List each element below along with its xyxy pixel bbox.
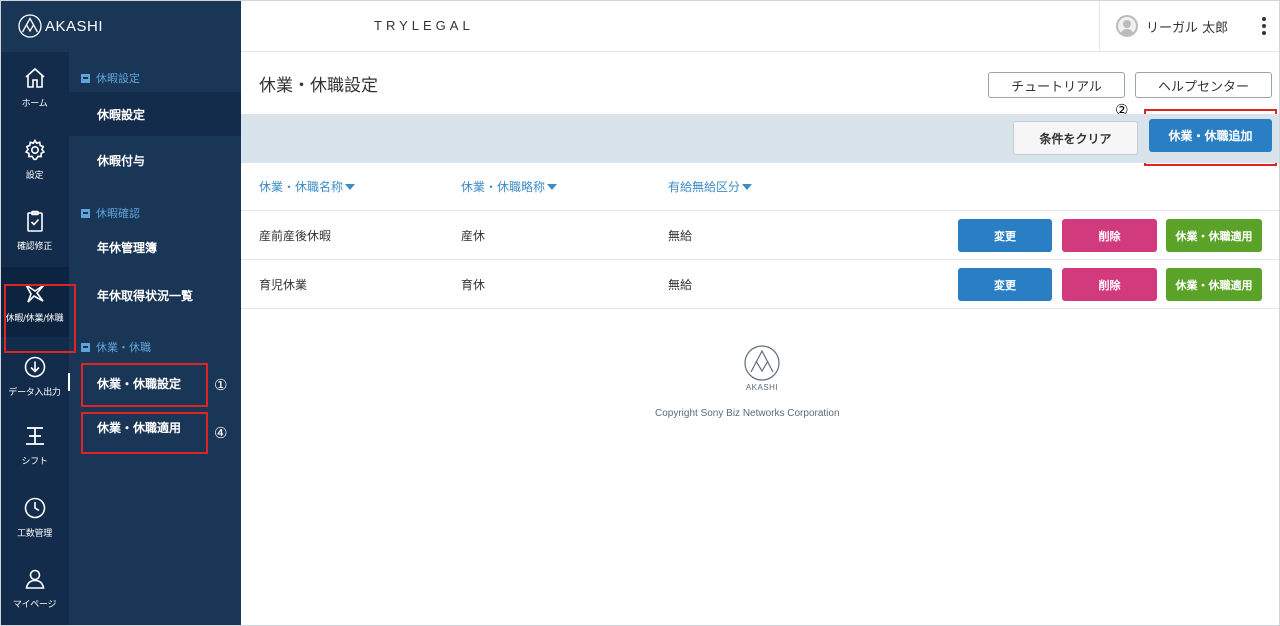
cell-name: 産前産後休暇 xyxy=(259,229,332,243)
shift-icon xyxy=(25,426,44,445)
clear-filters-button[interactable]: 条件をクリア xyxy=(1013,121,1138,155)
kebab-menu-icon[interactable] xyxy=(1262,17,1266,35)
akashi-footer-logo-icon xyxy=(744,345,780,381)
avatar-icon xyxy=(1116,15,1138,37)
rail-label: マイページ xyxy=(12,599,57,610)
annotation-one: ① xyxy=(214,376,228,394)
divider xyxy=(241,259,1280,260)
top-header: TRYLEGAL リーガル 太郎 xyxy=(241,0,1280,52)
home-icon xyxy=(24,67,45,88)
column-header-paid-type[interactable]: 有給無給区分 xyxy=(668,178,753,195)
delete-button[interactable]: 削除 xyxy=(1062,268,1157,301)
akashi-logo-icon xyxy=(18,14,42,38)
rail-item-settings[interactable]: 設定 xyxy=(0,124,69,194)
subnav-item-vacation-settings[interactable]: 休暇設定 xyxy=(69,92,241,136)
rail-item-mypage[interactable]: マイページ xyxy=(0,553,69,623)
rail-item-shift[interactable]: シフト xyxy=(0,410,69,480)
scroll-indicator xyxy=(68,373,70,391)
copyright-text: Copyright Sony Biz Networks Corporation xyxy=(655,408,840,419)
help-center-button[interactable]: ヘルプセンター xyxy=(1135,72,1272,98)
rail-label: データ入出力 xyxy=(8,387,61,398)
rail-label: シフト xyxy=(21,456,48,467)
rail-item-data-io[interactable]: データ入出力 xyxy=(0,341,69,411)
person-icon xyxy=(25,569,44,589)
section-header-vacation-settings: 休暇設定 xyxy=(81,70,140,86)
column-header-short-name[interactable]: 休業・休職略称 xyxy=(461,178,558,195)
user-menu[interactable]: リーガル 太郎 xyxy=(1099,0,1280,52)
apply-leave-button[interactable]: 休業・休職適用 xyxy=(1166,268,1262,301)
section-marker-icon xyxy=(81,208,90,218)
annotation-four: ④ xyxy=(214,424,228,442)
cell-paid-type: 無給 xyxy=(668,278,693,292)
column-header-name[interactable]: 休業・休職名称 xyxy=(259,178,356,195)
sort-caret-icon xyxy=(547,183,558,190)
rail-item-home[interactable]: ホーム xyxy=(0,52,69,122)
clock-icon xyxy=(24,497,45,518)
rail-item-vacation[interactable]: 休暇/休業/休職 xyxy=(0,267,69,337)
section-marker-icon xyxy=(81,342,90,352)
subnav-item-annual-leave-status[interactable]: 年休取得状況一覧 xyxy=(69,273,241,317)
icon-rail: ホーム 設定 確認修正 休暇/休業/休職 データ入出力 シフト 工数管理 マイペ… xyxy=(0,0,69,626)
cell-short-name: 産休 xyxy=(461,229,486,243)
sub-sidebar: 休暇設定 休暇設定 休暇付与 休暇確認 年休管理簿 年休取得状況一覧 休業・休職… xyxy=(69,52,241,626)
sort-caret-icon xyxy=(345,183,356,190)
subnav-item-vacation-grant[interactable]: 休暇付与 xyxy=(69,138,241,182)
rail-item-workhours[interactable]: 工数管理 xyxy=(0,482,69,552)
apply-leave-button[interactable]: 休業・休職適用 xyxy=(1166,219,1262,252)
sort-caret-icon xyxy=(742,183,753,190)
vacation-icon xyxy=(24,283,45,303)
user-name: リーガル 太郎 xyxy=(1146,20,1229,36)
divider xyxy=(241,308,1280,309)
edit-button[interactable]: 変更 xyxy=(958,268,1052,301)
page-title: 休業・休職設定 xyxy=(259,76,378,96)
rail-label: 確認修正 xyxy=(17,241,52,252)
brand-name: TRYLEGAL xyxy=(374,18,474,33)
rail-label: 休暇/休業/休職 xyxy=(5,313,64,324)
tutorial-button[interactable]: チュートリアル xyxy=(988,72,1125,98)
cell-short-name: 育休 xyxy=(461,278,486,292)
section-header-vacation-review: 休暇確認 xyxy=(81,205,140,221)
add-leave-button[interactable]: 休業・休職追加 xyxy=(1149,119,1272,152)
edit-button[interactable]: 変更 xyxy=(958,219,1052,252)
section-header-leave-absence: 休業・休職 xyxy=(81,339,151,355)
gear-icon xyxy=(24,138,45,160)
rail-label: 工数管理 xyxy=(17,528,52,539)
subnav-item-annual-leave-ledger[interactable]: 年休管理簿 xyxy=(69,225,241,269)
divider xyxy=(241,210,1280,211)
logo-text: AKASHI xyxy=(45,17,104,35)
rail-label: 設定 xyxy=(25,170,44,181)
section-marker-icon xyxy=(81,73,90,83)
delete-button[interactable]: 削除 xyxy=(1062,219,1157,252)
rail-label: ホーム xyxy=(21,98,48,109)
rail-item-review[interactable]: 確認修正 xyxy=(0,195,69,265)
cell-name: 育児休業 xyxy=(259,278,308,292)
download-icon xyxy=(24,356,45,377)
cell-paid-type: 無給 xyxy=(668,229,693,243)
clipboard-check-icon xyxy=(26,210,43,232)
footer-logo-text: AKASHI xyxy=(745,383,779,392)
app-logo[interactable]: AKASHI xyxy=(0,0,241,52)
